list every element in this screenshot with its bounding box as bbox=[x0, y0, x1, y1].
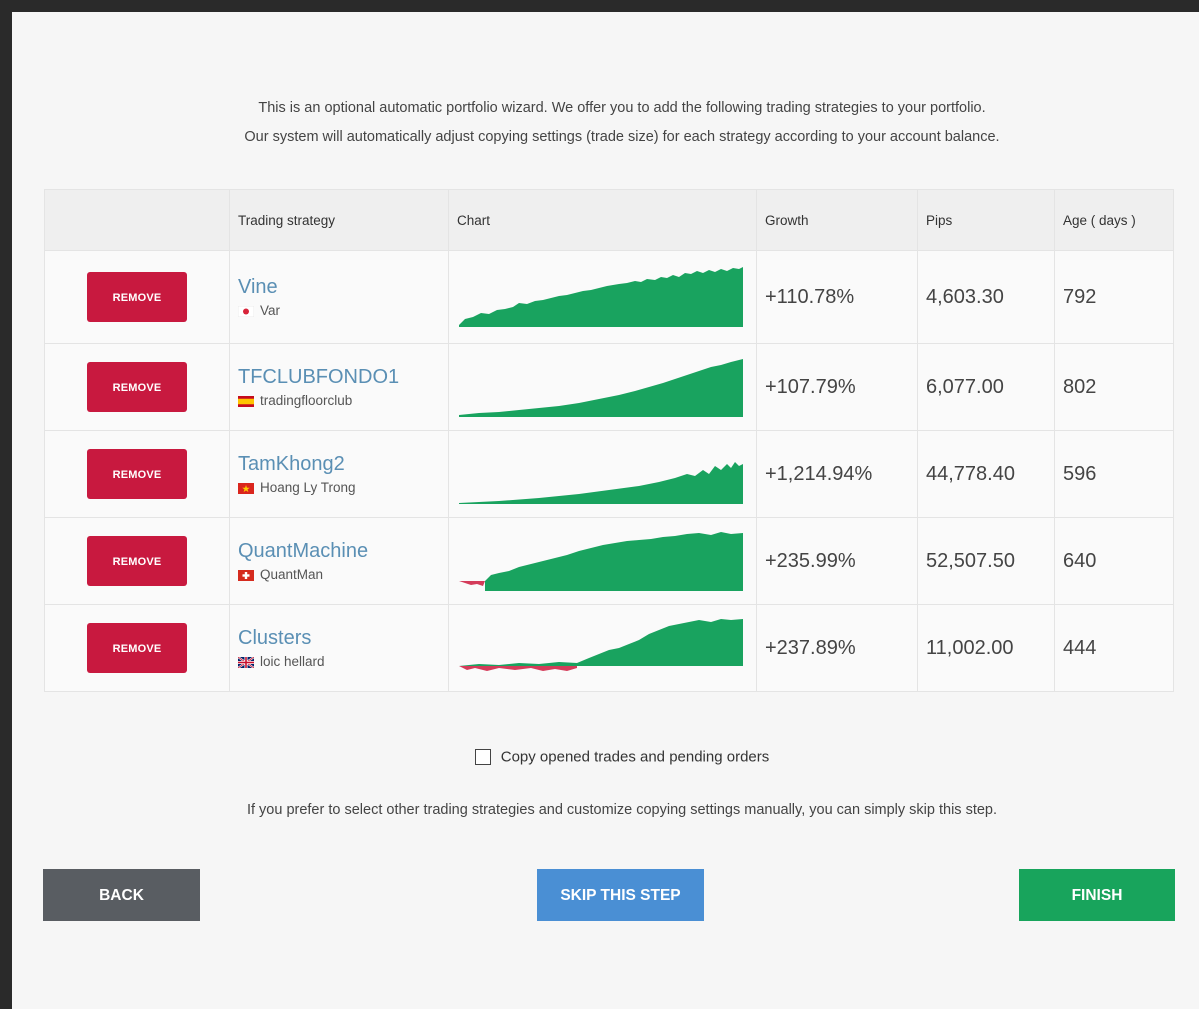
header-chart: Chart bbox=[448, 189, 757, 251]
intro-text: This is an optional automatic portfolio … bbox=[12, 94, 1199, 152]
table-row: REMOVE TamKhong2 Hoang Ly Trong +1,214.9… bbox=[44, 430, 1174, 518]
pips-value: 6,077.00 bbox=[917, 343, 1055, 431]
growth-sparkline bbox=[459, 619, 743, 671]
strategies-table: Trading strategy Chart Growth Pips Age (… bbox=[44, 189, 1174, 692]
skip-step-button[interactable]: SKIP THIS STEP bbox=[537, 869, 704, 921]
header-strategy: Trading strategy bbox=[229, 189, 449, 251]
table-header-row: Trading strategy Chart Growth Pips Age (… bbox=[44, 189, 1174, 251]
table-row: REMOVE Clusters loic hellard +237.89% 11… bbox=[44, 604, 1174, 692]
header-actions bbox=[44, 189, 230, 251]
strategy-name-link[interactable]: TamKhong2 bbox=[238, 453, 448, 476]
growth-sparkline bbox=[459, 462, 743, 504]
finish-button[interactable]: FINISH bbox=[1019, 869, 1175, 921]
wizard-panel: This is an optional automatic portfolio … bbox=[12, 12, 1199, 1009]
strategy-name-link[interactable]: Clusters bbox=[238, 627, 448, 650]
vietnam-flag-icon bbox=[238, 482, 254, 494]
age-value: 792 bbox=[1054, 250, 1174, 344]
copy-trades-label[interactable]: Copy opened trades and pending orders bbox=[501, 749, 770, 766]
growth-sparkline bbox=[459, 267, 743, 327]
growth-value: +237.89% bbox=[756, 604, 918, 692]
growth-value: +235.99% bbox=[756, 517, 918, 605]
japan-flag-icon bbox=[237, 305, 255, 318]
header-pips: Pips bbox=[917, 189, 1055, 251]
strategy-owner[interactable]: Hoang Ly Trong bbox=[260, 480, 356, 495]
growth-value: +110.78% bbox=[756, 250, 918, 344]
copy-trades-checkbox[interactable] bbox=[474, 749, 491, 766]
remove-button[interactable]: REMOVE bbox=[87, 449, 187, 499]
growth-value: +1,214.94% bbox=[756, 430, 918, 518]
pips-value: 44,778.40 bbox=[917, 430, 1055, 518]
remove-button[interactable]: REMOVE bbox=[87, 536, 187, 586]
growth-sparkline bbox=[459, 532, 743, 591]
table-row: REMOVE QuantMachine QuantMan +235.99% 52… bbox=[44, 517, 1174, 605]
remove-button[interactable]: REMOVE bbox=[87, 362, 187, 412]
pips-value: 52,507.50 bbox=[917, 517, 1055, 605]
header-age: Age ( days ) bbox=[1054, 189, 1174, 251]
table-row: REMOVE Vine Var +110.78% 4,603.30 792 bbox=[44, 250, 1174, 344]
header-growth: Growth bbox=[756, 189, 918, 251]
growth-value: +107.79% bbox=[756, 343, 918, 431]
table-row: REMOVE TFCLUBFONDO1 tradingfloorclub +10… bbox=[44, 343, 1174, 431]
strategy-owner[interactable]: loic hellard bbox=[260, 654, 325, 669]
age-value: 444 bbox=[1054, 604, 1174, 692]
age-value: 640 bbox=[1054, 517, 1174, 605]
pips-value: 11,002.00 bbox=[917, 604, 1055, 692]
strategy-name-link[interactable]: QuantMachine bbox=[238, 540, 448, 563]
pips-value: 4,603.30 bbox=[917, 250, 1055, 344]
age-value: 596 bbox=[1054, 430, 1174, 518]
strategy-owner[interactable]: Var bbox=[260, 303, 280, 318]
uk-flag-icon bbox=[237, 656, 255, 669]
strategy-name-link[interactable]: Vine bbox=[238, 276, 448, 299]
remove-button[interactable]: REMOVE bbox=[87, 623, 187, 673]
age-value: 802 bbox=[1054, 343, 1174, 431]
strategy-owner[interactable]: tradingfloorclub bbox=[260, 393, 352, 408]
spain-flag-icon bbox=[238, 395, 254, 407]
strategy-owner[interactable]: QuantMan bbox=[260, 567, 323, 582]
copy-trades-option: Copy opened trades and pending orders bbox=[12, 748, 1199, 766]
growth-sparkline bbox=[459, 359, 743, 417]
back-button[interactable]: BACK bbox=[43, 869, 200, 921]
intro-line-2: Our system will automatically adjust cop… bbox=[244, 129, 1000, 145]
remove-button[interactable]: REMOVE bbox=[87, 272, 187, 322]
skip-note: If you prefer to select other trading st… bbox=[246, 802, 998, 818]
strategy-name-link[interactable]: TFCLUBFONDO1 bbox=[238, 366, 448, 389]
intro-line-1: This is an optional automatic portfolio … bbox=[258, 100, 986, 116]
switzerland-flag-icon bbox=[238, 569, 254, 581]
